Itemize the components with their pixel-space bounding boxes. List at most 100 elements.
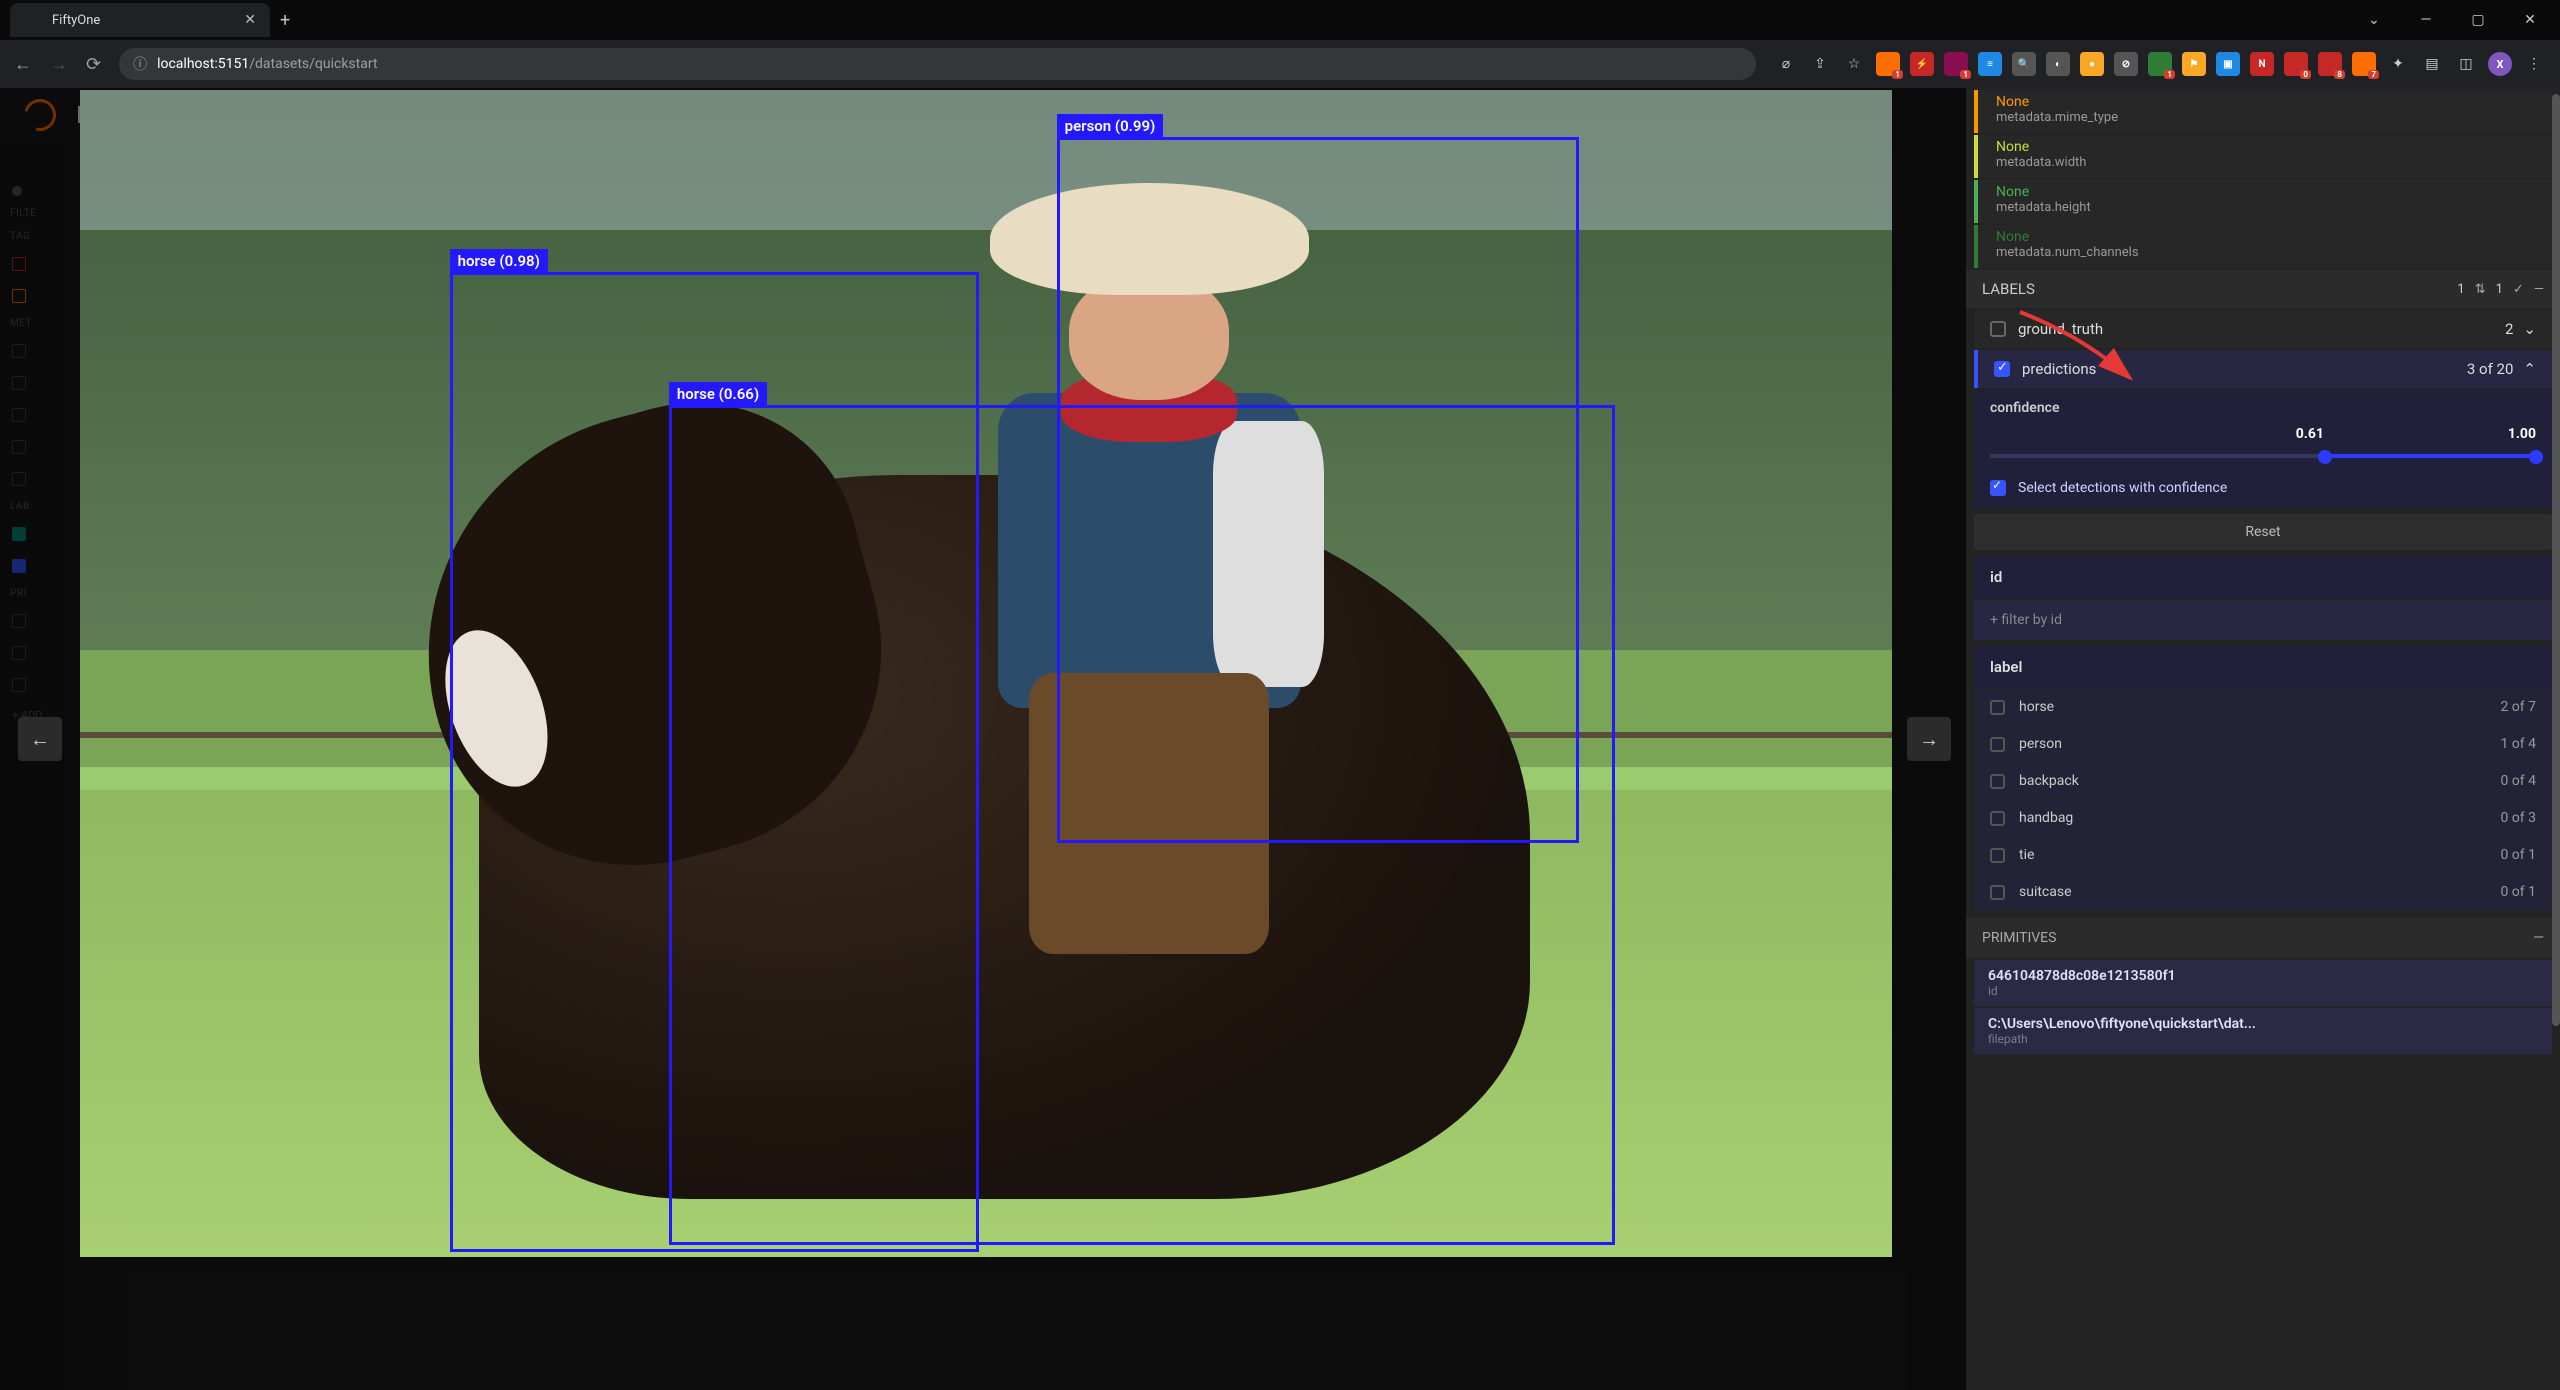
filter-icon[interactable]: ⇅ xyxy=(2475,282,2486,297)
reading-list-icon[interactable]: ▤ xyxy=(2420,52,2444,76)
confidence-filter: confidence 0.61 1.00 xyxy=(1974,390,2552,468)
translate-icon[interactable]: ⌀ xyxy=(1774,52,1798,76)
minus-icon[interactable]: — xyxy=(2534,282,2544,297)
label-field-predictions[interactable]: predictions 3 of 20 ⌃ xyxy=(1974,350,2552,388)
bookmark-icon[interactable]: ☆ xyxy=(1842,52,1866,76)
slider-thumb-low[interactable] xyxy=(2318,450,2332,464)
extension-icon[interactable]: 0 xyxy=(2284,52,2308,76)
checkbox[interactable] xyxy=(1990,737,2005,752)
detection-label: horse (0.66) xyxy=(669,382,767,406)
checkbox[interactable] xyxy=(1990,700,2005,715)
extension-icon[interactable]: ⊘ xyxy=(2114,52,2138,76)
reset-button[interactable]: Reset xyxy=(1974,514,2552,550)
minimize-icon[interactable]: ― xyxy=(2416,12,2436,28)
next-sample-button[interactable]: → xyxy=(1907,717,1951,761)
browser-titlebar: FiftyOne ✕ + ⌄ ― ▢ ✕ xyxy=(0,0,2560,40)
label-value-row[interactable]: suitcase0 of 1 xyxy=(1974,874,2552,910)
extension-icon[interactable]: N xyxy=(2250,52,2274,76)
extension-icon[interactable]: 1 xyxy=(1876,52,1900,76)
labels-section-header[interactable]: LABELS 1 ⇅ 1 ✓ — xyxy=(1966,270,2560,308)
checkbox[interactable] xyxy=(1990,321,2006,337)
checkbox[interactable] xyxy=(1990,480,2006,496)
label-count: 1 of 4 xyxy=(2500,736,2536,752)
side-panel-icon[interactable]: ◫ xyxy=(2454,52,2478,76)
extension-icon[interactable]: 8 xyxy=(2318,52,2342,76)
favicon-icon xyxy=(24,12,40,28)
profile-avatar[interactable]: X xyxy=(2488,52,2512,76)
new-tab-button[interactable]: + xyxy=(280,10,290,31)
confidence-slider[interactable]: 0.61 1.00 xyxy=(1990,426,2536,462)
label-field-ground-truth[interactable]: ground_truth 2 ⌄ xyxy=(1974,310,2552,348)
label-value-row[interactable]: handbag0 of 3 xyxy=(1974,800,2552,836)
label-value-row[interactable]: backpack 0 of 4 xyxy=(1974,763,2552,799)
extension-icon[interactable]: 1 xyxy=(1944,52,1968,76)
filter-by-id-input[interactable]: + filter by id xyxy=(1974,600,2552,640)
extensions-puzzle-icon[interactable]: ✦ xyxy=(2386,52,2410,76)
maximize-icon[interactable]: ▢ xyxy=(2468,12,2488,28)
prev-sample-button[interactable]: ← xyxy=(18,717,62,761)
extension-icon[interactable]: ⚑ xyxy=(2182,52,2206,76)
forward-button: → xyxy=(50,54,68,75)
address-bar[interactable]: ⓘ localhost:5151/datasets/quickstart xyxy=(119,48,1756,80)
label-filter-header[interactable]: label xyxy=(1974,646,2552,688)
reload-button[interactable]: ⟳ xyxy=(86,54,101,75)
extension-icon[interactable]: ▣ xyxy=(2216,52,2240,76)
detection-bbox[interactable]: horse (0.66) xyxy=(669,405,1615,1245)
close-icon[interactable]: ✕ xyxy=(244,12,256,28)
select-detections-toggle[interactable]: Select detections with confidence xyxy=(1974,468,2552,508)
detection-label: horse (0.98) xyxy=(450,249,548,273)
share-icon[interactable]: ⇪ xyxy=(1808,52,1832,76)
label-name: backpack xyxy=(2019,773,2079,789)
sample-modal: ← person (0.99)horse xyxy=(0,88,2560,1390)
sample-sidebar[interactable]: None metadata.mime_type None metadata.wi… xyxy=(1966,88,2560,1390)
toolbar-actions: ⌀ ⇪ ☆ 1 ⚡ 1 ≡ 🔍 ◐ ● ⊘ 1 ⚑ ▣ N 0 8 7 ✦ ▤ … xyxy=(1774,52,2546,76)
label-value-row[interactable]: horse2 of 7 xyxy=(1974,689,2552,725)
primitive-field[interactable]: 646104878d8c08e1213580f1 id xyxy=(1974,960,2552,1006)
id-filter-header[interactable]: id xyxy=(1974,556,2552,598)
back-button[interactable]: ← xyxy=(14,54,32,75)
chevron-down-icon[interactable]: ⌄ xyxy=(2364,12,2384,28)
label-name: handbag xyxy=(2019,810,2073,826)
primitives-section-header[interactable]: PRIMITIVES — xyxy=(1966,918,2560,958)
label-value-row[interactable]: person 1 of 4 xyxy=(1974,726,2552,762)
label-name: suitcase xyxy=(2019,884,2072,900)
site-info-icon[interactable]: ⓘ xyxy=(133,54,147,74)
checkbox[interactable] xyxy=(1994,361,2010,377)
metadata-field[interactable]: None metadata.num_channels xyxy=(1974,225,2552,268)
checkbox[interactable] xyxy=(1990,848,2005,863)
metadata-field[interactable]: None metadata.mime_type xyxy=(1974,90,2552,133)
label-value-row[interactable]: tie 0 of 1 xyxy=(1974,837,2552,873)
minus-icon[interactable]: — xyxy=(2533,930,2544,946)
browser-tab[interactable]: FiftyOne ✕ xyxy=(10,3,270,37)
chevron-down-icon[interactable]: ⌄ xyxy=(2523,320,2536,338)
chevron-up-icon[interactable]: ⌃ xyxy=(2523,360,2536,378)
label-name: tie xyxy=(2019,847,2034,863)
extension-icon[interactable]: ◐ xyxy=(2046,52,2070,76)
check-icon[interactable]: ✓ xyxy=(2513,282,2524,297)
extension-icon[interactable]: 🔍 xyxy=(2012,52,2036,76)
extension-icon[interactable]: ● xyxy=(2080,52,2104,76)
label-count: 0 of 4 xyxy=(2500,773,2536,789)
label-count: 0 of 1 xyxy=(2500,847,2536,863)
checkbox[interactable] xyxy=(1990,885,2005,900)
extension-icon[interactable]: ≡ xyxy=(1978,52,2002,76)
window-close-icon[interactable]: ✕ xyxy=(2520,12,2540,28)
scrollbar[interactable] xyxy=(2552,92,2560,1386)
sample-image[interactable]: person (0.99)horse (0.98)horse (0.66) xyxy=(80,90,1892,1257)
primitive-field[interactable]: C:\Users\Lenovo\fiftyone\quickstart\dat.… xyxy=(1974,1008,2552,1054)
metadata-field[interactable]: None metadata.height xyxy=(1974,180,2552,223)
url-host: localhost:5151 xyxy=(157,56,249,72)
metadata-field[interactable]: None metadata.width xyxy=(1974,135,2552,178)
extension-icon[interactable]: ⚡ xyxy=(1910,52,1934,76)
app-root: FiftyOne quickstart + add stage ✕ ? Have… xyxy=(0,88,2560,1390)
tab-title: FiftyOne xyxy=(52,13,232,28)
kebab-menu-icon[interactable]: ⋮ xyxy=(2522,52,2546,76)
browser-toolbar: ← → ⟳ ⓘ localhost:5151/datasets/quicksta… xyxy=(0,40,2560,88)
extension-icon[interactable]: 1 xyxy=(2148,52,2172,76)
checkbox[interactable] xyxy=(1990,811,2005,826)
extension-icon[interactable]: 7 xyxy=(2352,52,2376,76)
slider-thumb-high[interactable] xyxy=(2529,450,2543,464)
checkbox[interactable] xyxy=(1990,774,2005,789)
label-name: person xyxy=(2019,736,2062,752)
label-count: 2 of 7 xyxy=(2500,699,2536,715)
